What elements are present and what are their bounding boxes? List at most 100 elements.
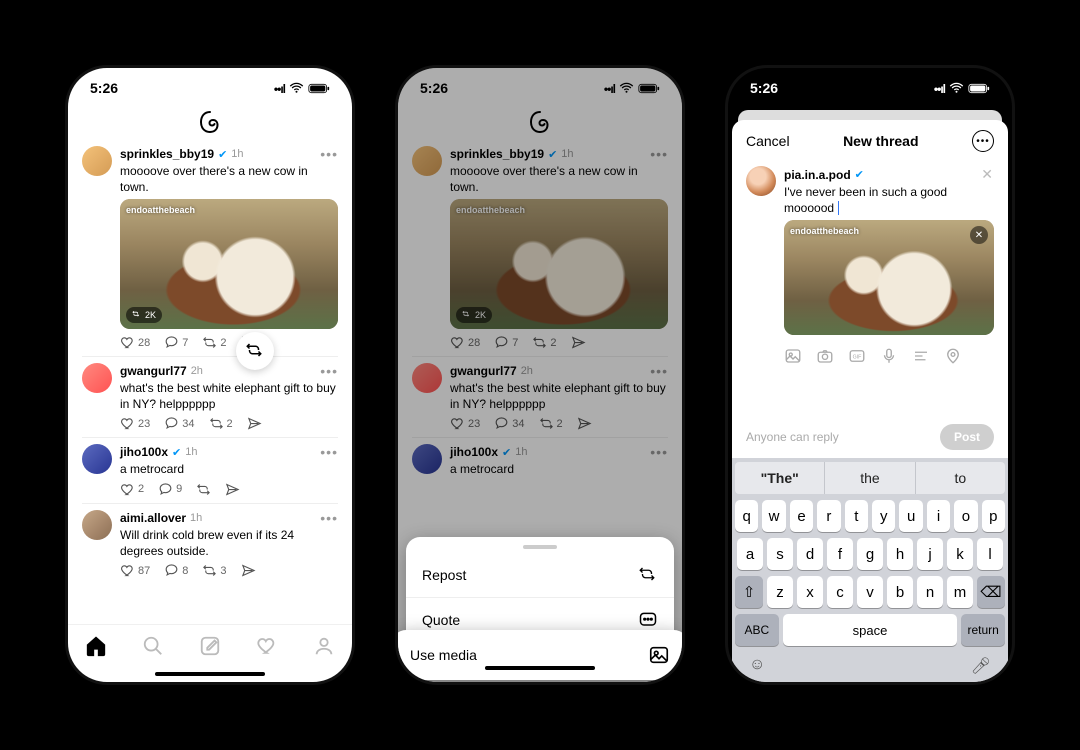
username[interactable]: jiho100x — [120, 445, 168, 459]
nav-search[interactable] — [142, 635, 164, 662]
nav-compose[interactable] — [199, 635, 221, 662]
composer-avatar[interactable] — [746, 166, 776, 196]
key[interactable]: e — [790, 500, 813, 532]
key[interactable]: b — [887, 576, 913, 608]
key[interactable]: a — [737, 538, 763, 570]
reply-button[interactable]: 7 — [164, 335, 188, 350]
like-button[interactable]: 28 — [120, 335, 150, 350]
action-bar: 87 8 3 — [120, 563, 338, 578]
suggestion[interactable]: to — [915, 462, 1005, 494]
like-button[interactable]: 2 — [120, 482, 144, 497]
key[interactable]: y — [872, 500, 895, 532]
home-indicator[interactable] — [485, 666, 595, 670]
key[interactable]: k — [947, 538, 973, 570]
space-key[interactable]: space — [783, 614, 958, 646]
like-button[interactable]: 23 — [120, 416, 150, 431]
key[interactable]: o — [954, 500, 977, 532]
nav-home[interactable] — [85, 635, 107, 662]
key[interactable]: w — [762, 500, 785, 532]
composer-username[interactable]: pia.in.a.pod — [784, 168, 851, 182]
key[interactable]: s — [767, 538, 793, 570]
key[interactable]: c — [827, 576, 853, 608]
username[interactable]: gwangurl77 — [120, 364, 187, 378]
more-icon[interactable]: ••• — [320, 146, 338, 162]
backspace-key[interactable]: ⌫ — [977, 576, 1005, 608]
share-button[interactable] — [241, 563, 256, 578]
nav-activity[interactable] — [256, 635, 278, 662]
key[interactable]: f — [827, 538, 853, 570]
remove-icon[interactable]: ✕ — [981, 166, 994, 183]
more-icon[interactable]: ••• — [320, 444, 338, 460]
attach-location-icon[interactable] — [944, 347, 962, 365]
suggestion[interactable]: the — [824, 462, 914, 494]
post[interactable]: aimi.allover 1h ••• Will drink cold brew… — [82, 504, 338, 584]
key[interactable]: t — [845, 500, 868, 532]
key[interactable]: u — [899, 500, 922, 532]
phone-composer: 5:26 Cancel New thread ••• pia.in.a.pod … — [725, 65, 1015, 685]
key[interactable]: v — [857, 576, 883, 608]
suggestion[interactable]: "The" — [735, 462, 824, 494]
key[interactable]: q — [735, 500, 758, 532]
composer-text-input[interactable]: I've never been in such a good moooood — [784, 185, 994, 216]
avatar[interactable] — [82, 444, 112, 474]
key[interactable]: i — [927, 500, 950, 532]
key[interactable]: p — [982, 500, 1005, 532]
sheet-handle[interactable] — [523, 545, 557, 549]
key[interactable]: j — [917, 538, 943, 570]
key[interactable]: l — [977, 538, 1003, 570]
share-button[interactable] — [225, 482, 240, 497]
avatar[interactable] — [82, 146, 112, 176]
repost-button[interactable]: 3 — [202, 563, 226, 578]
key[interactable]: x — [797, 576, 823, 608]
username[interactable]: sprinkles_bby19 — [120, 147, 214, 161]
post-button[interactable]: Post — [940, 424, 994, 450]
post-media[interactable]: endoatthebeach 2K — [120, 199, 338, 329]
avatar[interactable] — [82, 363, 112, 393]
more-icon[interactable]: ••• — [320, 363, 338, 379]
username[interactable]: aimi.allover — [120, 511, 186, 525]
key[interactable]: r — [817, 500, 840, 532]
sheet-repost[interactable]: Repost — [406, 553, 674, 597]
emoji-key[interactable]: ☺ — [749, 656, 765, 676]
post[interactable]: jiho100x ✔ 1h ••• a metrocard 2 9 — [82, 438, 338, 504]
attach-mic-icon[interactable] — [880, 347, 898, 365]
key[interactable]: m — [947, 576, 973, 608]
cancel-button[interactable]: Cancel — [746, 133, 790, 149]
home-indicator[interactable] — [155, 672, 265, 676]
composer-media[interactable]: endoatthebeach ✕ — [784, 220, 994, 335]
reply-button[interactable]: 34 — [164, 416, 194, 431]
nav-profile[interactable] — [313, 635, 335, 662]
feed[interactable]: sprinkles_bby19 ✔ 1h ••• moooove over th… — [68, 140, 352, 624]
status-icons — [934, 80, 990, 96]
attach-image-icon[interactable] — [784, 347, 802, 365]
attach-camera-icon[interactable] — [816, 347, 834, 365]
post[interactable]: gwangurl77 2h ••• what's the best white … — [82, 357, 338, 438]
attach-gif-icon[interactable]: GIF — [848, 347, 866, 365]
shift-key[interactable]: ⇧ — [735, 576, 763, 608]
key-row: ABC space return — [735, 614, 1005, 646]
repost-floating-button[interactable] — [236, 332, 274, 370]
return-key[interactable]: return — [961, 614, 1005, 646]
dictation-key[interactable]: 🎤︎ — [971, 656, 991, 676]
repost-button[interactable] — [196, 482, 211, 497]
like-button[interactable]: 87 — [120, 563, 150, 578]
reply-scope[interactable]: Anyone can reply — [746, 430, 839, 444]
post[interactable]: sprinkles_bby19 ✔ 1h ••• moooove over th… — [82, 140, 338, 357]
key[interactable]: g — [857, 538, 883, 570]
key[interactable]: n — [917, 576, 943, 608]
avatar[interactable] — [82, 510, 112, 540]
repost-button[interactable]: 2 — [209, 416, 233, 431]
sheet-use-media[interactable]: Use media — [395, 630, 685, 680]
key[interactable]: z — [767, 576, 793, 608]
attach-poll-icon[interactable] — [912, 347, 930, 365]
key[interactable]: d — [797, 538, 823, 570]
repost-button[interactable]: 2 — [202, 335, 226, 350]
key[interactable]: h — [887, 538, 913, 570]
timestamp: 1h — [185, 446, 197, 458]
reply-button[interactable]: 8 — [164, 563, 188, 578]
composer-menu-button[interactable]: ••• — [972, 130, 994, 152]
abc-key[interactable]: ABC — [735, 614, 779, 646]
share-button[interactable] — [247, 416, 262, 431]
more-icon[interactable]: ••• — [320, 510, 338, 526]
reply-button[interactable]: 9 — [158, 482, 182, 497]
